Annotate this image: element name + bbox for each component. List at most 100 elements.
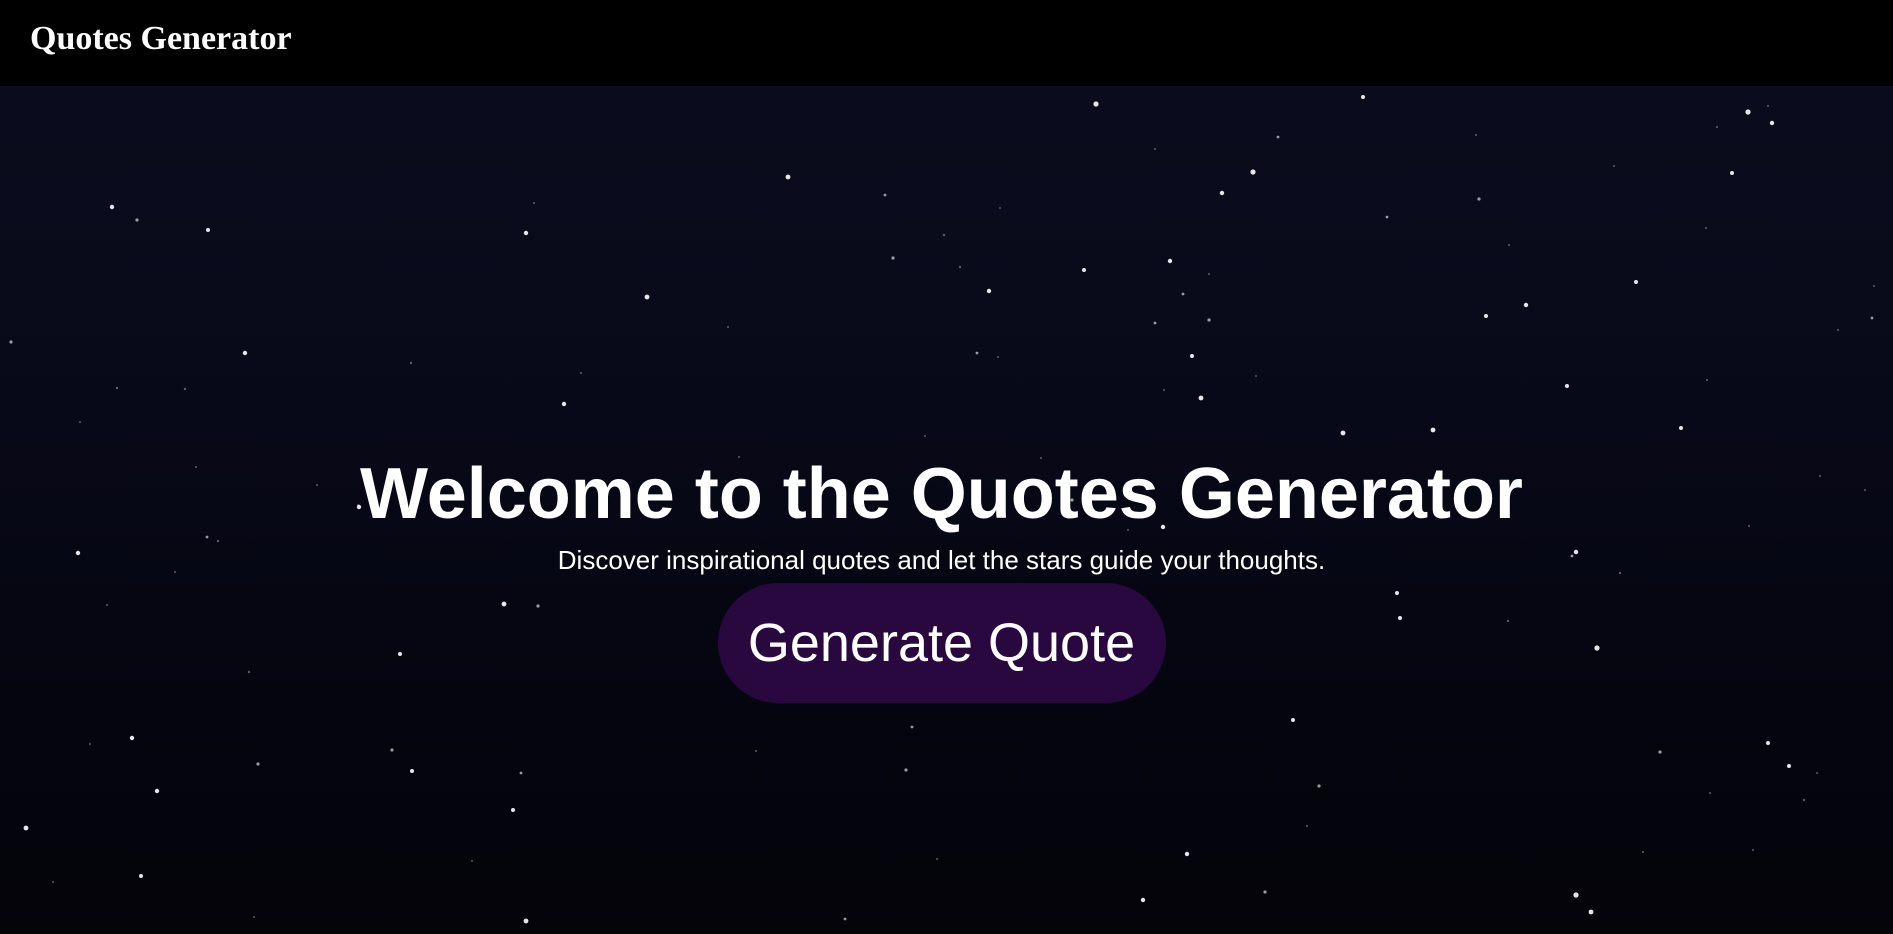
star bbox=[390, 748, 394, 752]
star bbox=[1207, 318, 1211, 322]
brand-title: Quotes Generator bbox=[30, 20, 292, 57]
star bbox=[523, 230, 529, 236]
star bbox=[1705, 227, 1707, 229]
star bbox=[1613, 165, 1615, 167]
star bbox=[910, 725, 914, 729]
star bbox=[519, 771, 523, 775]
star bbox=[9, 340, 13, 344]
star bbox=[523, 918, 529, 924]
generate-quote-button[interactable]: Generate Quote bbox=[717, 583, 1166, 703]
star bbox=[1250, 169, 1256, 175]
star bbox=[52, 881, 54, 883]
star bbox=[1730, 171, 1734, 175]
star bbox=[936, 858, 938, 860]
star bbox=[1154, 148, 1156, 150]
star bbox=[1837, 329, 1839, 331]
star bbox=[904, 768, 908, 772]
star bbox=[843, 917, 847, 921]
star bbox=[1167, 258, 1173, 264]
hero-subtitle: Discover inspirational quotes and let th… bbox=[557, 545, 1326, 575]
star bbox=[1198, 395, 1204, 401]
star bbox=[115, 386, 119, 390]
star bbox=[1706, 379, 1708, 381]
star bbox=[785, 174, 791, 180]
star bbox=[924, 435, 926, 437]
star bbox=[1184, 851, 1190, 857]
star bbox=[986, 288, 992, 294]
star bbox=[135, 218, 139, 222]
star bbox=[1306, 825, 1308, 827]
star bbox=[154, 788, 160, 794]
star bbox=[1475, 134, 1477, 136]
hero-title: Welcome to the Quotes Generator bbox=[360, 454, 1523, 534]
star bbox=[1385, 215, 1389, 219]
star bbox=[89, 743, 91, 745]
star bbox=[1565, 384, 1569, 388]
star bbox=[727, 326, 729, 328]
star bbox=[1634, 280, 1638, 284]
star bbox=[883, 193, 887, 197]
star bbox=[1255, 375, 1257, 377]
star bbox=[409, 361, 413, 365]
star bbox=[1291, 718, 1295, 722]
star bbox=[1745, 109, 1751, 115]
star bbox=[1484, 314, 1488, 318]
star bbox=[109, 204, 115, 210]
star bbox=[1219, 190, 1225, 196]
star bbox=[1508, 244, 1510, 246]
star bbox=[1816, 772, 1818, 774]
star bbox=[79, 421, 81, 423]
star bbox=[1523, 302, 1529, 308]
star bbox=[1658, 750, 1662, 754]
star bbox=[23, 825, 29, 831]
star bbox=[561, 401, 567, 407]
star bbox=[1163, 389, 1165, 391]
star bbox=[1181, 292, 1185, 296]
star bbox=[256, 762, 260, 766]
star bbox=[253, 916, 255, 918]
star bbox=[975, 351, 979, 355]
navbar: Quotes Generator bbox=[0, 0, 1893, 86]
star bbox=[410, 769, 414, 773]
star bbox=[1477, 197, 1481, 201]
star bbox=[997, 356, 999, 358]
hero-section: Welcome to the Quotes Generator Discover… bbox=[0, 448, 1883, 703]
star bbox=[1430, 427, 1436, 433]
star bbox=[1766, 741, 1770, 745]
star bbox=[644, 294, 650, 300]
star bbox=[1802, 798, 1806, 802]
star bbox=[942, 233, 946, 237]
star bbox=[1276, 135, 1280, 139]
star bbox=[139, 874, 143, 878]
star bbox=[206, 228, 210, 232]
star bbox=[1716, 126, 1718, 128]
star bbox=[1082, 268, 1086, 272]
star bbox=[1769, 120, 1775, 126]
star bbox=[891, 256, 895, 260]
star bbox=[1317, 784, 1321, 788]
star bbox=[1263, 890, 1267, 894]
star bbox=[1870, 316, 1874, 320]
star bbox=[1140, 897, 1146, 903]
star bbox=[1642, 851, 1644, 853]
star bbox=[755, 750, 757, 752]
star bbox=[1093, 101, 1099, 107]
star bbox=[1208, 273, 1210, 275]
star bbox=[1573, 892, 1579, 898]
star bbox=[1361, 95, 1365, 99]
star bbox=[511, 808, 515, 812]
star bbox=[471, 860, 473, 862]
star bbox=[1752, 849, 1754, 851]
star bbox=[183, 387, 187, 391]
star bbox=[1340, 430, 1346, 436]
star bbox=[1679, 426, 1683, 430]
star bbox=[242, 350, 248, 356]
star bbox=[1709, 792, 1711, 794]
star bbox=[1787, 764, 1791, 768]
star bbox=[1588, 909, 1594, 915]
star bbox=[533, 202, 535, 204]
star bbox=[1153, 321, 1157, 325]
star bbox=[1190, 354, 1194, 358]
star bbox=[580, 372, 582, 374]
star bbox=[1767, 105, 1769, 107]
